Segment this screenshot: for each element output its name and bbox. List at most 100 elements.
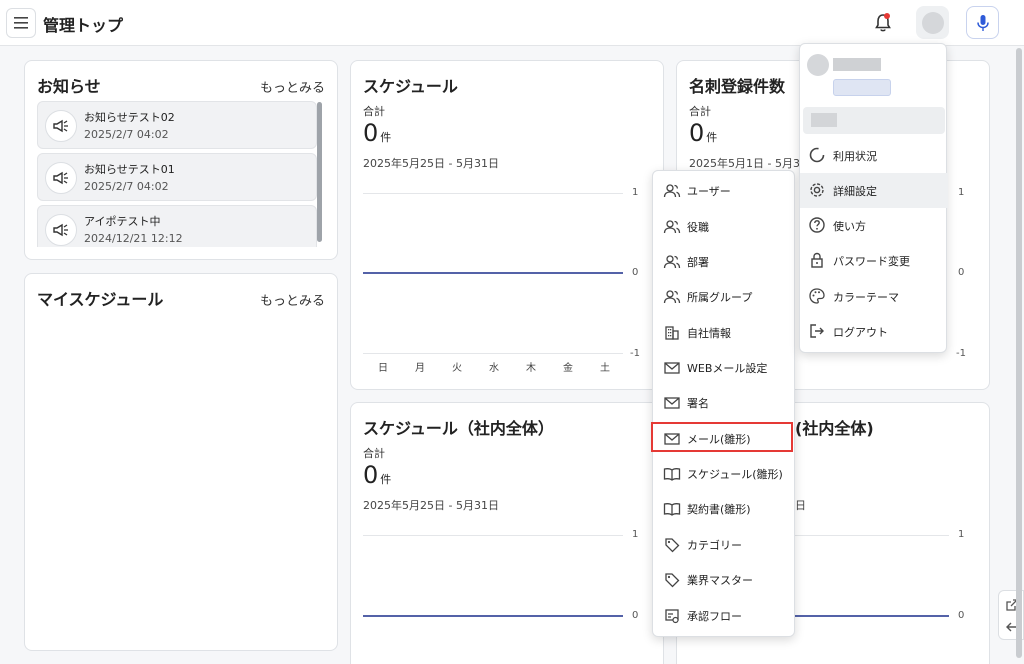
submenu-item-industry-master[interactable]: 業界マスター xyxy=(653,562,796,597)
submenu-item-groups[interactable]: 所属グループ xyxy=(653,279,796,314)
x-tick-label: 水 xyxy=(489,363,499,374)
submenu-item-label: WEBメール設定 xyxy=(687,361,768,375)
mail-icon xyxy=(663,394,681,412)
schedule-all-count-unit: 件 xyxy=(380,473,392,486)
account-menu-label: ログアウト xyxy=(833,326,888,339)
gridline xyxy=(363,535,623,536)
my-schedule-more-link[interactable]: もっとみる xyxy=(260,290,325,309)
account-menu-detail-settings[interactable]: 詳細設定 xyxy=(800,173,948,208)
notification-bell-icon[interactable] xyxy=(872,12,894,34)
submenu-item-approval-flow[interactable]: 承認フロー xyxy=(653,598,796,633)
tag-icon xyxy=(663,571,681,589)
schedule-title: スケジュール xyxy=(363,77,458,96)
notice-item[interactable]: お知らせテスト01 2025/2/7 04:02 xyxy=(37,153,317,201)
submenu-item-label: スケジュール(雛形) xyxy=(687,467,783,481)
users-icon xyxy=(663,253,681,271)
right-bottom-date-range: 日 xyxy=(795,499,806,512)
submenu-item-label: 業界マスター xyxy=(687,573,753,587)
page-scrollbar[interactable] xyxy=(1016,48,1022,658)
notice-date: 2025/2/7 04:02 xyxy=(84,180,169,193)
y-tick-label: -1 xyxy=(630,348,640,359)
usage-icon xyxy=(808,146,826,164)
account-menu-label: 利用状況 xyxy=(833,150,877,163)
organization-name-placeholder xyxy=(811,113,837,127)
submenu-item-contract-template[interactable]: 契約書(雛形) xyxy=(653,491,796,526)
right-bottom-title: (社内全体) xyxy=(795,419,874,438)
schedule-all-card: スケジュール（社内全体） 合計 0件 2025年5月25日 - 5月31日 1 … xyxy=(350,402,664,664)
gear-icon xyxy=(808,181,826,199)
notices-card: お知らせ もっとみる お知らせテスト02 2025/2/7 04:02 お知らせ… xyxy=(24,60,338,260)
business-cards-count: 0件 xyxy=(689,119,717,147)
notices-title: お知らせ xyxy=(37,77,101,96)
account-menu-help[interactable]: 使い方 xyxy=(800,208,948,243)
right-bottom-series-line xyxy=(795,615,949,617)
selected-item-highlight xyxy=(651,422,793,452)
submenu-item-label: 部署 xyxy=(687,255,709,269)
gridline xyxy=(795,535,949,536)
submenu-item-category[interactable]: カテゴリー xyxy=(653,527,796,562)
megaphone-icon xyxy=(45,214,77,246)
notice-title: アイポテスト中 xyxy=(84,215,161,228)
book-icon xyxy=(663,500,681,518)
account-menu-change-password[interactable]: パスワード変更 xyxy=(800,243,948,278)
account-menu-logout[interactable]: ログアウト xyxy=(800,314,948,349)
gridline xyxy=(363,353,623,354)
book-icon xyxy=(663,465,681,483)
business-cards-count-value: 0 xyxy=(689,119,705,147)
gridline xyxy=(363,193,623,194)
voice-input-button[interactable] xyxy=(966,6,999,39)
schedule-all-count-value: 0 xyxy=(363,461,379,489)
submenu-item-signature[interactable]: 署名 xyxy=(653,385,796,420)
microphone-icon xyxy=(976,14,989,31)
x-tick-label: 金 xyxy=(563,363,573,374)
submenu-item-schedule-template[interactable]: スケジュール(雛形) xyxy=(653,456,796,491)
account-menu-label: 詳細設定 xyxy=(833,185,877,198)
submenu-item-label: 契約書(雛形) xyxy=(687,502,751,516)
x-tick-label: 火 xyxy=(452,363,462,374)
users-icon xyxy=(663,182,681,200)
notice-item[interactable]: アイポテスト中 2024/12/21 12:12 xyxy=(37,205,317,247)
x-tick-label: 月 xyxy=(415,363,425,374)
x-tick-label: 木 xyxy=(526,363,536,374)
notices-more-link[interactable]: もっとみる xyxy=(260,77,325,96)
notice-item[interactable]: お知らせテスト02 2025/2/7 04:02 xyxy=(37,101,317,149)
y-tick-label: 0 xyxy=(632,267,639,278)
y-tick-label: 0 xyxy=(958,267,965,278)
account-avatar-button[interactable] xyxy=(916,6,949,39)
notice-title: お知らせテスト02 xyxy=(84,111,175,124)
business-cards-title: 名刺登録件数 xyxy=(689,77,786,96)
account-menu: 利用状況 詳細設定 使い方 パスワード変更 カラーテーマ ログアウト xyxy=(799,43,948,353)
organization-selector[interactable] xyxy=(803,107,945,134)
submenu-item-positions[interactable]: 役職 xyxy=(653,209,796,244)
account-menu-usage[interactable]: 利用状況 xyxy=(800,138,948,173)
account-menu-color-theme[interactable]: カラーテーマ xyxy=(800,279,948,314)
schedule-series-line xyxy=(363,272,623,274)
submenu-item-label: 承認フロー xyxy=(687,609,742,623)
settings-submenu: ユーザー 役職 部署 所属グループ 自社情報 WEBメール設定 署名 メール(雛… xyxy=(652,170,795,637)
megaphone-icon xyxy=(45,110,77,142)
notice-date: 2024/12/21 12:12 xyxy=(84,232,183,245)
y-tick-label: 0 xyxy=(958,610,965,621)
schedule-count-value: 0 xyxy=(363,119,379,147)
submenu-item-users[interactable]: ユーザー xyxy=(653,173,796,208)
notices-scrollbar[interactable] xyxy=(317,102,322,242)
submenu-item-webmail-settings[interactable]: WEBメール設定 xyxy=(653,350,796,385)
y-tick-label: 1 xyxy=(632,187,639,198)
y-tick-label: 1 xyxy=(632,529,639,540)
notice-date: 2025/2/7 04:02 xyxy=(84,128,169,141)
schedule-count: 0件 xyxy=(363,119,391,147)
flow-icon xyxy=(663,607,681,625)
notification-dot xyxy=(884,13,890,19)
y-tick-label: 1 xyxy=(958,529,965,540)
palette-icon xyxy=(808,287,826,305)
submenu-item-departments[interactable]: 部署 xyxy=(653,244,796,279)
submenu-item-company-info[interactable]: 自社情報 xyxy=(653,315,796,350)
user-role-badge xyxy=(833,79,891,96)
y-tick-label: 0 xyxy=(632,610,639,621)
hamburger-menu-button[interactable] xyxy=(6,8,36,38)
top-bar: 管理トップ xyxy=(0,0,1024,46)
logout-icon xyxy=(808,322,826,340)
mail-icon xyxy=(663,359,681,377)
account-menu-label: 使い方 xyxy=(833,220,866,233)
users-icon xyxy=(663,288,681,306)
